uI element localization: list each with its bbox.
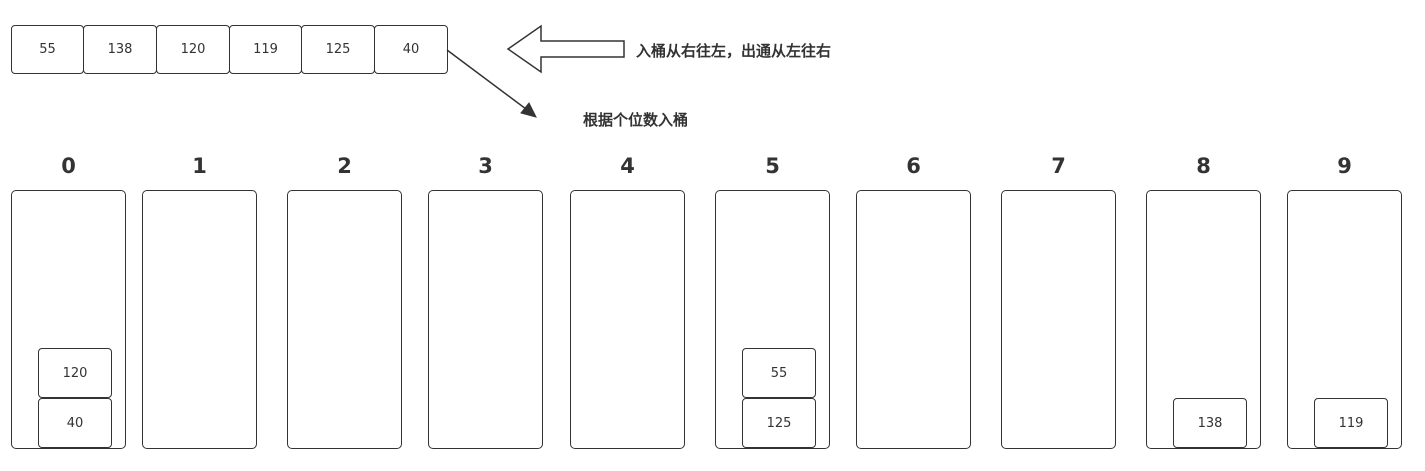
bucket-4 — [570, 190, 685, 449]
bucket-item: 40 — [38, 398, 112, 448]
hollow-left-arrow — [506, 24, 625, 74]
bucket-label-9: 9 — [1337, 154, 1352, 178]
bucket-item: 119 — [1314, 398, 1388, 448]
bucket-6 — [856, 190, 971, 449]
bucket-item: 55 — [742, 348, 816, 398]
bucket-7 — [1001, 190, 1116, 449]
array-cell: 125 — [301, 25, 375, 74]
array-cell: 55 — [11, 25, 84, 74]
bucket-label-3: 3 — [478, 154, 493, 178]
array-cell: 138 — [83, 25, 157, 74]
bucket-label-1: 1 — [192, 154, 207, 178]
bucket-item: 138 — [1173, 398, 1247, 448]
bucket-item: 120 — [38, 348, 112, 398]
bucket-label-8: 8 — [1196, 154, 1211, 178]
bucket-label-4: 4 — [620, 154, 635, 178]
radix-sort-diagram: 55 138 120 119 125 40 入桶从右往左，出通从左往右 根据个位数入桶 0… — [0, 0, 1425, 471]
bucket-label-6: 6 — [906, 154, 921, 178]
bucket-label-2: 2 — [337, 154, 352, 178]
array-cell: 120 — [156, 25, 230, 74]
bucket-2 — [287, 190, 402, 449]
diagonal-arrow-head — [520, 102, 537, 118]
bucket-3 — [428, 190, 543, 449]
bucket-label-5: 5 — [765, 154, 780, 178]
array-cell: 40 — [374, 25, 448, 74]
array-cell: 119 — [229, 25, 302, 74]
bucket-label-7: 7 — [1051, 154, 1066, 178]
bucket-label-0: 0 — [61, 154, 76, 178]
diagonal-arrow-line — [446, 49, 531, 113]
bucket-1 — [142, 190, 257, 449]
bucket-item: 125 — [742, 398, 816, 448]
direction-note: 入桶从右往左，出通从左往右 — [636, 42, 832, 60]
rule-note: 根据个位数入桶 — [583, 111, 689, 129]
